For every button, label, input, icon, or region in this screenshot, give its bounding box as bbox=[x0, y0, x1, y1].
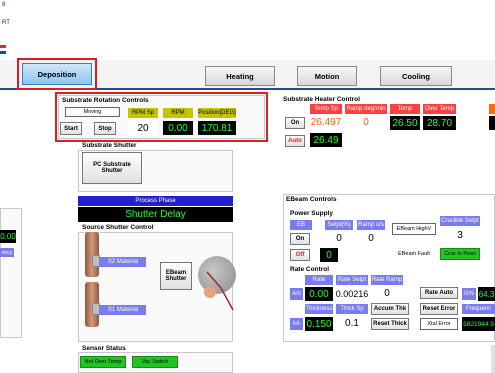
heater-title: Substrate Heater Control bbox=[283, 96, 360, 103]
eb-ramp-label: Ramp u/s bbox=[357, 220, 385, 230]
process-phase-value: Shutter Delay bbox=[78, 207, 233, 222]
sensor-title: Sensor Status bbox=[82, 345, 126, 352]
shutter-title: Substrate Shutter bbox=[82, 142, 137, 149]
frequency-label: Frequenc bbox=[462, 304, 495, 314]
rate-value: 0.00 bbox=[305, 287, 333, 301]
ramp-label: Ramp deg/min bbox=[345, 104, 387, 114]
rotation-title: Substrate Rotation Controls bbox=[62, 97, 149, 104]
tab-motion[interactable]: Motion bbox=[297, 66, 357, 86]
accum-thk-button[interactable]: Accum Thk bbox=[371, 303, 409, 315]
percent-label: G% bbox=[462, 288, 476, 300]
eb-label: EB bbox=[290, 220, 312, 230]
heater-extra-label bbox=[489, 104, 495, 114]
rpm-sp-label: RPM Sp bbox=[128, 108, 158, 118]
rotation-stop-button[interactable]: Stop bbox=[94, 122, 116, 135]
over-temp-value: 28.70 bbox=[423, 116, 456, 130]
rate-setpt-label: Rate Setpt bbox=[336, 275, 368, 285]
tab-deposition[interactable]: Deposition bbox=[22, 63, 92, 85]
scrollbar[interactable] bbox=[491, 345, 495, 373]
eb-off-button[interactable]: Off bbox=[290, 249, 310, 261]
heater-extra-value bbox=[489, 116, 495, 130]
eb-off-value: 0 bbox=[320, 248, 338, 262]
xtal-error-indicator: Xtal Error bbox=[420, 318, 458, 330]
position-value: 170.81 bbox=[198, 121, 236, 135]
rpm-value: 0.00 bbox=[163, 121, 193, 135]
s1-material-label: S1 Material bbox=[100, 305, 146, 315]
rpm-sp-input[interactable]: 20 bbox=[128, 121, 158, 135]
left-partial-label: ency bbox=[0, 248, 14, 257]
rate-control-title: Rate Control bbox=[290, 266, 329, 273]
thickness-value: 0.150 bbox=[305, 317, 333, 331]
eb-on-button[interactable]: On bbox=[290, 233, 310, 245]
temp-label: Temp bbox=[390, 104, 420, 114]
ebeam-highv-indicator: EBeam HighV bbox=[392, 223, 436, 235]
crucible-setpt-input[interactable]: 3 bbox=[448, 229, 472, 241]
frequency-value: 5821944.9 bbox=[462, 317, 495, 331]
not-over-temp-indicator: Not Over Temp bbox=[80, 356, 126, 368]
cruc-in-posn-indicator: Cruc In Posn bbox=[440, 248, 480, 260]
heater-on-button[interactable]: On bbox=[285, 117, 305, 129]
ebeam-arc-icon bbox=[206, 271, 234, 311]
heater-auto-button[interactable]: Auto bbox=[285, 135, 305, 147]
s2-shutter-icon bbox=[92, 255, 100, 267]
rpm-label: RPM bbox=[163, 108, 193, 118]
left-partial-panel bbox=[0, 208, 22, 338]
thickness-label: Thickness bbox=[305, 304, 333, 314]
ramp-value[interactable]: 0 bbox=[345, 116, 387, 129]
thick-sp-input[interactable]: 0.1 bbox=[336, 317, 368, 330]
eb-ramp-input[interactable]: 0 bbox=[357, 232, 385, 245]
s1-shutter-icon bbox=[92, 303, 100, 315]
rate-ramp-label: Rate Ramp bbox=[371, 275, 403, 285]
auto-value: 26.49 bbox=[310, 133, 342, 147]
temp-sp-label: Temp Sp bbox=[310, 104, 342, 114]
power-supply-title: Power Supply bbox=[290, 210, 333, 217]
rotation-start-button[interactable]: Start bbox=[60, 122, 82, 135]
temp-sp-value[interactable]: 26.497 bbox=[310, 116, 342, 129]
vac-switch-indicator: Vac Switch bbox=[132, 356, 178, 368]
tab-cooling[interactable]: Cooling bbox=[380, 66, 452, 86]
ebeam-title: EBeam Controls bbox=[286, 196, 337, 203]
position-label: Position[DEG] bbox=[198, 108, 236, 118]
ka-unit-label: kA bbox=[290, 318, 303, 330]
reset-thick-button[interactable]: Reset Thick bbox=[371, 318, 409, 330]
as-unit-label: A/s bbox=[290, 288, 303, 300]
left-partial-value: 0.00 bbox=[0, 230, 16, 243]
rate-auto-button[interactable]: Rate Auto bbox=[420, 287, 458, 299]
rate-label: Rate bbox=[305, 275, 333, 285]
header-fragment-1: 8 bbox=[2, 2, 6, 8]
process-phase-label: Process Phase bbox=[78, 196, 233, 206]
tab-heating[interactable]: Heating bbox=[205, 66, 275, 86]
percent-value: 64.3 bbox=[478, 287, 495, 301]
ebeam-fault-indicator: EBeam Fault bbox=[398, 251, 430, 257]
thick-sp-label: Thick Sp bbox=[336, 304, 368, 314]
rate-setpt-input[interactable]: 0.00216 bbox=[336, 287, 368, 300]
setpt-label: Setpt(%) bbox=[325, 220, 353, 230]
rotation-status: Moving bbox=[65, 107, 120, 117]
s2-material-label: S2 Material bbox=[100, 257, 146, 267]
ebeam-shutter-button[interactable]: EBeam Shutter bbox=[160, 262, 192, 290]
crucible-setpt-label: Crucible Setpt bbox=[440, 216, 480, 226]
over-temp-label: Over Temp bbox=[423, 104, 456, 114]
rate-ramp-input[interactable]: 0 bbox=[371, 287, 403, 300]
reset-error-button[interactable]: Reset Error bbox=[420, 303, 458, 315]
eb-setpt-input[interactable]: 0 bbox=[325, 232, 353, 245]
pc-substrate-shutter-button[interactable]: PC Substrate Shutter bbox=[82, 152, 142, 184]
temp-value: 26.50 bbox=[390, 116, 420, 130]
header-fragment-2: RT bbox=[2, 20, 10, 26]
source-shutter-title: Source Shutter Control bbox=[82, 224, 154, 231]
flag-icon bbox=[0, 45, 6, 54]
